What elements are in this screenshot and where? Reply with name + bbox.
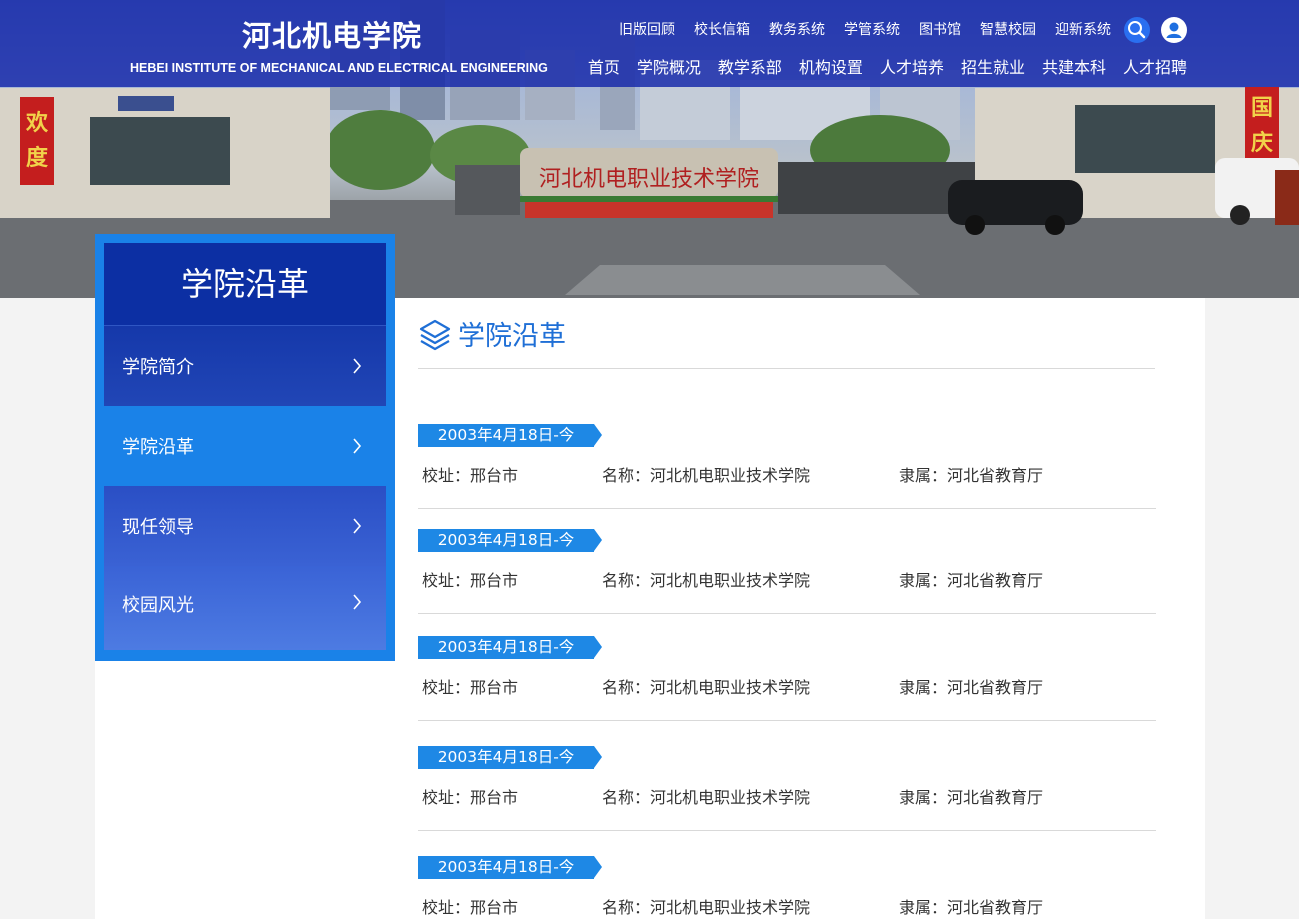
user-icon[interactable]	[1161, 17, 1187, 43]
main-navigation: 首页 学院概况 教学系部 机构设置 人才培养 招生就业 共建本科 人才招聘	[571, 57, 1187, 79]
sidebar-item-current-leaders[interactable]: 现任领导	[104, 486, 386, 566]
nav-joint-undergraduate[interactable]: 共建本科	[1042, 57, 1106, 79]
sidebar-item-label: 学院简介	[122, 357, 194, 378]
sidebar-item-label: 校园风光	[122, 595, 194, 616]
date-tag-arrow	[594, 746, 602, 768]
logo-english-name: HEBEI INSTITUTE OF MECHANICAL AND ELECTR…	[130, 61, 548, 75]
sidebar-item-label: 现任领导	[122, 517, 194, 538]
entry-affiliation: 隶属：河北省教育厅	[899, 571, 1044, 590]
nav-organization[interactable]: 机构设置	[799, 57, 863, 79]
chevron-right-icon	[353, 438, 362, 454]
entry-location: 校址：邢台市	[422, 678, 519, 697]
date-tag: 2003年4月18日-今	[418, 746, 594, 769]
entry-location: 校址：邢台市	[422, 571, 519, 590]
entry-name: 名称：河北机电职业技术学院	[602, 466, 811, 485]
nav-home[interactable]: 首页	[588, 57, 620, 79]
entry-affiliation: 隶属：河北省教育厅	[899, 678, 1044, 697]
entry-location: 校址：邢台市	[422, 788, 519, 807]
site-header: 河北机电学院 HEBEI INSTITUTE OF MECHANICAL AND…	[0, 0, 1299, 87]
site-logo[interactable]: 河北机电学院 HEBEI INSTITUTE OF MECHANICAL AND…	[130, 18, 548, 75]
logo-chinese-name: 河北机电学院	[241, 19, 422, 53]
nav-departments[interactable]: 教学系部	[718, 57, 782, 79]
entry-name: 名称：河北机电职业技术学院	[602, 678, 811, 697]
top-link-smart-campus[interactable]: 智慧校园	[980, 20, 1036, 40]
entry-location: 校址：邢台市	[422, 466, 519, 485]
entry-affiliation: 隶属：河北省教育厅	[899, 788, 1044, 807]
nav-admissions-employment[interactable]: 招生就业	[961, 57, 1025, 79]
layers-icon	[419, 319, 451, 351]
left-banner-char-2: 度	[26, 145, 49, 171]
sidebar: 学院沿革 学院简介 学院沿革 现任领导 校园风光	[95, 234, 395, 661]
right-banner-char-2: 庆	[1251, 130, 1273, 156]
chevron-right-icon	[353, 594, 362, 610]
date-tag: 2003年4月18日-今	[418, 529, 594, 552]
top-link-old-version[interactable]: 旧版回顾	[619, 20, 675, 40]
chevron-right-icon	[353, 518, 362, 534]
entry-name: 名称：河北机电职业技术学院	[602, 788, 811, 807]
right-banner-char-1: 国	[1251, 96, 1273, 121]
left-banner-char-1: 欢	[25, 110, 49, 136]
top-link-library[interactable]: 图书馆	[919, 20, 961, 40]
history-entry: 2003年4月18日-今 校址：邢台市 名称：河北机电职业技术学院 隶属：河北省…	[418, 746, 1156, 831]
sidebar-title: 学院沿革	[104, 243, 386, 326]
sidebar-item-label: 学院沿革	[122, 437, 194, 458]
top-link-welcome-system[interactable]: 迎新系统	[1055, 20, 1111, 40]
sidebar-item-campus-scenery[interactable]: 校园风光	[104, 566, 386, 650]
date-tag: 2003年4月18日-今	[418, 856, 594, 879]
entry-affiliation: 隶属：河北省教育厅	[899, 898, 1044, 917]
entry-affiliation: 隶属：河北省教育厅	[899, 466, 1044, 485]
top-link-student-system[interactable]: 学管系统	[844, 20, 900, 40]
top-quick-links: 旧版回顾 校长信箱 教务系统 学管系统 图书馆 智慧校园 迎新系统	[600, 20, 1111, 40]
nav-college-overview[interactable]: 学院概况	[637, 57, 701, 79]
history-entry: 2003年4月18日-今 校址：邢台市 名称：河北机电职业技术学院 隶属：河北省…	[418, 529, 1156, 614]
search-icon[interactable]	[1124, 17, 1150, 43]
entry-name: 名称：河北机电职业技术学院	[602, 571, 811, 590]
top-link-president-mailbox[interactable]: 校长信箱	[694, 20, 750, 40]
entry-name: 名称：河北机电职业技术学院	[602, 898, 811, 917]
date-tag: 2003年4月18日-今	[418, 424, 594, 447]
history-entry: 2003年4月18日-今 校址：邢台市 名称：河北机电职业技术学院 隶属：河北省…	[418, 424, 1156, 509]
chevron-right-icon	[353, 358, 362, 374]
nav-recruitment[interactable]: 人才招聘	[1123, 57, 1187, 79]
gate-rock-sign-text: 河北机电职业技术学院	[539, 167, 759, 192]
nav-talent-training[interactable]: 人才培养	[880, 57, 944, 79]
date-tag-arrow	[594, 856, 602, 878]
history-entry: 2003年4月18日-今 校址：邢台市 名称：河北机电职业技术学院 隶属：河北省…	[418, 856, 1156, 919]
page-title: 学院沿革	[458, 321, 566, 352]
date-tag-arrow	[594, 636, 602, 658]
history-entry: 2003年4月18日-今 校址：邢台市 名称：河北机电职业技术学院 隶属：河北省…	[418, 636, 1156, 721]
date-tag-arrow	[594, 424, 602, 446]
page-heading: 学院沿革	[418, 316, 1155, 369]
sidebar-item-college-intro[interactable]: 学院简介	[104, 326, 386, 406]
date-tag: 2003年4月18日-今	[418, 636, 594, 659]
entry-location: 校址：邢台市	[422, 898, 519, 917]
top-link-academic-system[interactable]: 教务系统	[769, 20, 825, 40]
date-tag-arrow	[594, 529, 602, 551]
sidebar-item-college-history[interactable]: 学院沿革	[104, 406, 386, 486]
